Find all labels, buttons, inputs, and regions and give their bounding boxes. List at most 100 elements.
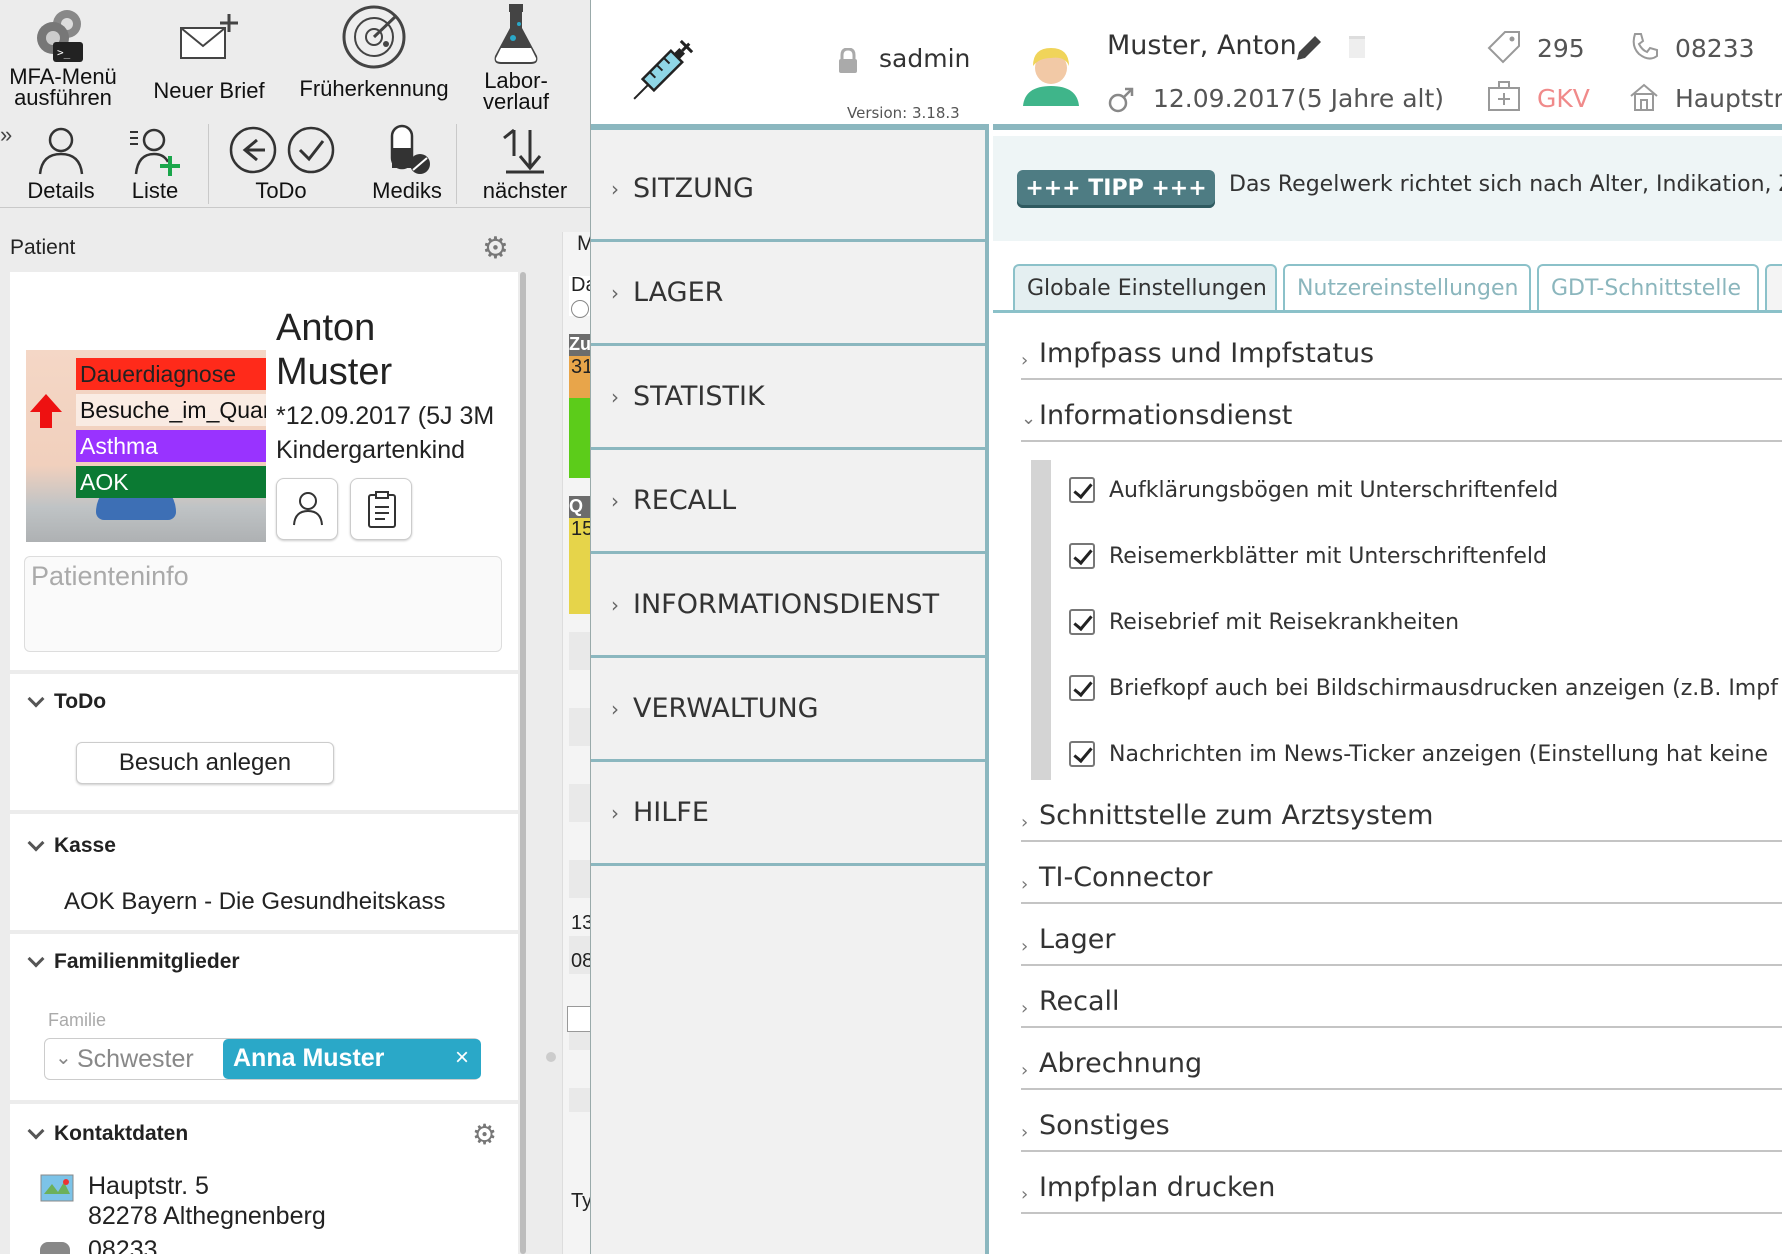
tab-overflow[interactable] [1765,264,1782,312]
pill-icon [390,124,430,174]
impf-app-window: sadmin Version: 3.18.3 › SITZUNG › LAGER ›… [590,0,1782,1254]
person-icon [293,492,323,526]
patient-info-field[interactable]: Patienteninfo [24,556,502,652]
chevron-right-icon: › [1021,350,1029,371]
clipboard-icon [368,491,396,528]
splitter-handle[interactable] [546,1052,556,1062]
chevron-down-icon [27,1122,45,1140]
section-label: TI-Connector [1039,862,1213,893]
section-label: Schnittstelle zum Arztsystem [1039,800,1434,831]
patient-first-name: Anton [276,307,376,349]
family-section-header[interactable]: Familienmitglieder [26,950,240,974]
middle-strip-orange-cell: 31 [569,356,590,398]
tab-gdt-schnittstelle[interactable]: GDT-Schnittstelle [1537,264,1759,312]
middle-strip-header: M [577,232,590,255]
toolbar-todo-button[interactable]: ToDo [214,124,348,202]
toolbar-next-button[interactable]: nächster [470,126,580,202]
nav-statistik[interactable]: › STATISTIK [591,346,985,450]
section-recall[interactable]: › Recall [1021,972,1782,1028]
tab-globale-einstellungen[interactable]: Globale Einstellungen [1013,264,1277,312]
tipp-text: Das Regelwerk richtet sich nach Alter, I… [1229,172,1782,197]
option-reisemerkblaetter[interactable]: Reisemerkblätter mit Unterschriftenfeld [1069,540,1547,572]
checkbox-checked[interactable] [1069,675,1095,701]
section-sonstiges[interactable]: › Sonstiges [1021,1096,1782,1152]
contact-street: Hauptstr. 5 [88,1172,209,1200]
lock-icon [839,48,857,73]
toolbar-mediks-button[interactable]: Mediks [364,124,450,202]
checkbox-checked[interactable] [1069,741,1095,767]
option-reisebrief[interactable]: Reisebrief mit Reisekrankheiten [1069,606,1459,638]
nav-sitzung[interactable]: › SITZUNG [591,138,985,242]
tab-nutzereinstellungen[interactable]: Nutzereinstellungen [1283,264,1531,312]
middle-strip-header-cell-2: Q [569,496,590,518]
toolbar-liste-button[interactable]: Liste [114,124,196,202]
section-label: Impfplan drucken [1039,1172,1276,1203]
toolbar-mfa-menu-button[interactable]: >_ MFA-Menü ausführen [4,6,122,110]
family-section-title: Familienmitglieder [54,950,240,973]
logged-in-user: sadmin [879,44,971,73]
host-app-window: >_ MFA-Menü ausführen Neuer Brief Früher… [0,0,590,1254]
section-schnittstelle[interactable]: › Schnittstelle zum Arztsystem [1021,786,1782,842]
toolbar-separator [208,124,209,204]
patient-clipboard-button[interactable] [350,478,412,540]
nav-informationsdienst[interactable]: › INFORMATIONSDIENST [591,554,985,658]
edit-pencil-icon[interactable] [1293,34,1323,64]
patient-birth-date: *12.09.2017 (5J 3M [276,402,495,430]
option-aufklaerungsboegen[interactable]: Aufklärungsbögen mit Unterschriftenfeld [1069,474,1558,506]
patient-settings-gear-icon[interactable]: ⚙ [482,234,509,264]
relation-dropdown-chevron-icon[interactable]: ⌄ [55,1045,72,1070]
todo-section-header[interactable]: ToDo [26,690,106,714]
impf-main-area: Muster, Anton 12.09.2017 (5 Jahre alt) 2… [993,0,1782,1254]
nav-hilfe[interactable]: › HILFE [591,762,985,866]
option-briefkopf[interactable]: Briefkopf auch bei Bildschirmausdrucken … [1069,672,1778,704]
patient-panel-scrollbar[interactable] [520,272,526,1254]
option-label: Nachrichten im News-Ticker anzeigen (Ein… [1109,741,1769,767]
patient-tag-dauerdiagnose: Dauerdiagnose [76,358,266,390]
patient-profile-button[interactable] [276,478,338,540]
middle-strip-button[interactable] [567,1006,590,1032]
toolbar-details-button[interactable]: Details [18,124,104,202]
middle-strip-value-3: Ty [571,1190,590,1212]
chevron-right-icon: › [611,384,619,409]
header-patient-id: 295 [1537,34,1585,63]
contact-settings-gear-icon[interactable]: ⚙ [472,1118,497,1151]
tipp-badge[interactable]: +++ TIPP +++ [1017,170,1215,208]
app-version: Version: 3.18.3 [847,104,960,122]
relation-dropdown[interactable]: Schwester [77,1045,194,1074]
chevron-right-icon: › [611,488,619,513]
options-group-indicator [1031,460,1051,780]
kasse-section-header[interactable]: Kasse [26,834,116,858]
nav-lager[interactable]: › LAGER [591,242,985,346]
section-impfpass[interactable]: › Impfpass und Impfstatus [1021,324,1782,380]
family-member-chip[interactable]: Anna Muster × [223,1039,481,1079]
section-ti-connector[interactable]: › TI-Connector [1021,848,1782,904]
add-visit-button[interactable]: Besuch anlegen [76,742,334,784]
toolbar-laborverlauf-button[interactable]: Labor- verlauf [464,2,568,113]
nav-verwaltung[interactable]: › VERWALTUNG [591,658,985,762]
phone-icon [1632,33,1658,60]
delete-icon[interactable] [1349,36,1365,58]
section-abrechnung[interactable]: › Abrechnung [1021,1034,1782,1090]
header-address: Hauptstr. [1675,84,1782,113]
toolbar-new-letter-button[interactable]: Neuer Brief [144,10,274,102]
header-phone: 08233 [1675,34,1755,63]
nav-recall[interactable]: › RECALL [591,450,985,554]
toolbar-mfa-menu-label: MFA-Menü ausführen [9,64,117,110]
toolbar-separator [456,124,457,204]
checkbox-checked[interactable] [1069,609,1095,635]
chevron-right-icon: › [611,176,619,201]
section-informationsdienst[interactable]: ⌄ Informationsdienst [1021,386,1782,442]
toolbar-overflow-chevron-icon[interactable]: » [0,122,12,148]
chevron-right-icon: › [1021,1060,1029,1081]
option-news-ticker[interactable]: Nachrichten im News-Ticker anzeigen (Ein… [1069,738,1768,770]
middle-strip-radio[interactable] [571,300,589,318]
remove-member-close-icon[interactable]: × [455,1044,469,1072]
syringe-logo-icon [633,39,694,100]
checkbox-checked[interactable] [1069,477,1095,503]
family-member-field[interactable]: ⌄ Schwester Anna Muster × [44,1038,481,1080]
checkbox-checked[interactable] [1069,543,1095,569]
contact-section-header[interactable]: Kontaktdaten [26,1122,188,1146]
section-impfplan-drucken[interactable]: › Impfplan drucken [1021,1158,1782,1214]
section-lager[interactable]: › Lager [1021,910,1782,966]
toolbar-frueherkennung-button[interactable]: Früherkennung [290,4,458,100]
